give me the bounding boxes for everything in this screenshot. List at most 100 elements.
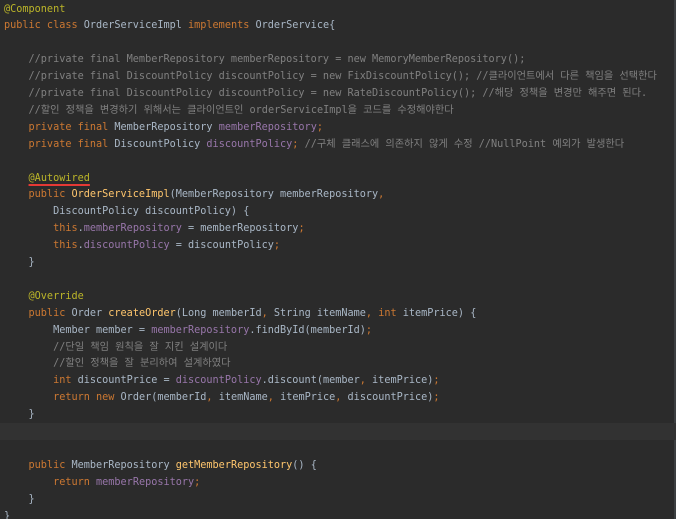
code-token: , — [206, 392, 219, 404]
code-token: itemPrice) — [372, 375, 434, 387]
code-token: = memberRepository — [181, 223, 299, 235]
code-line[interactable]: @Override — [4, 288, 84, 305]
code-line[interactable]: //할인 정책을 잘 분리하여 설계하였다 — [4, 355, 230, 372]
code-token: (Long memberId — [175, 307, 262, 319]
code-token: } — [4, 409, 35, 421]
code-token: this — [4, 223, 78, 235]
code-token: OrderService{ — [255, 20, 336, 32]
code-token: public — [4, 189, 72, 201]
code-token: discountPrice = — [77, 375, 176, 387]
code-token: return — [4, 476, 97, 488]
code-token: () { — [292, 459, 317, 471]
code-token: itemName — [218, 392, 268, 404]
code-token: itemPrice — [280, 392, 336, 404]
code-line[interactable]: @Autowired — [4, 170, 90, 187]
code-line[interactable]: public class OrderServiceImpl implements… — [4, 17, 335, 34]
code-token: private final — [4, 138, 115, 150]
code-token: ; — [433, 375, 440, 387]
code-token: //할인 정책을 잘 분리하여 설계하였다 — [4, 358, 231, 370]
code-line[interactable]: } — [4, 508, 10, 519]
code-token: memberRepository — [151, 324, 250, 336]
code-token: implements — [188, 20, 256, 32]
code-line[interactable]: return new Order(memberId, itemName, ite… — [4, 389, 440, 406]
code-token: ; — [433, 392, 440, 404]
code-line[interactable]: private final MemberRepository memberRep… — [4, 119, 323, 136]
code-line[interactable]: //private final MemberRepository memberR… — [4, 51, 526, 68]
code-token: Member member = — [4, 324, 152, 336]
code-line[interactable]: int discountPrice = discountPolicy.disco… — [4, 372, 440, 389]
code-token: discountPrice) — [347, 392, 434, 404]
code-token: String itemName — [273, 307, 366, 319]
code-line[interactable]: } — [4, 254, 35, 271]
code-token: ; — [298, 223, 305, 235]
code-token: int — [4, 375, 78, 387]
code-token: Order — [71, 307, 109, 319]
code-line[interactable]: public MemberRepository getMemberReposit… — [4, 457, 317, 474]
code-token: createOrder — [108, 307, 176, 319]
code-line[interactable]: @Component — [4, 1, 65, 18]
code-line[interactable]: public OrderServiceImpl(MemberRepository… — [4, 186, 385, 203]
code-token: , — [267, 392, 281, 404]
code-token: = discountPolicy — [169, 240, 274, 252]
code-editor[interactable]: @Component public class OrderServiceImpl … — [0, 0, 676, 519]
code-token: MemberRepository — [114, 121, 219, 133]
code-token: , — [378, 189, 385, 201]
code-line[interactable]: } — [4, 406, 35, 423]
code-token: } — [4, 510, 11, 519]
code-token: .findById(memberId) — [249, 324, 366, 336]
code-token: //private final MemberRepository memberR… — [4, 54, 526, 66]
code-token: memberRepository — [96, 476, 195, 488]
code-token: memberRepository — [218, 121, 317, 133]
code-token: public — [4, 307, 72, 319]
code-token: //구체 클래스에 의존하지 않게 수정 //NullPoint 예외가 발생한… — [304, 138, 625, 150]
code-token: public class — [4, 20, 84, 32]
code-token: } — [4, 493, 35, 505]
code-line[interactable]: this.discountPolicy = discountPolicy; — [4, 237, 280, 254]
code-token: ; — [194, 476, 201, 488]
code-token: ; — [273, 240, 281, 252]
code-token: , — [359, 375, 373, 387]
code-token: ; — [292, 138, 305, 150]
code-line[interactable]: //단일 책임 원칙을 잘 지킨 설계이다 — [4, 339, 227, 356]
code-line[interactable]: public Order createOrder(Long memberId , … — [4, 305, 477, 322]
code-line[interactable]: Member member = memberRepository.findByI… — [4, 322, 372, 339]
code-line[interactable]: } — [4, 491, 35, 508]
code-token: , int — [365, 307, 403, 319]
code-token: MemberRepository — [71, 459, 176, 471]
code-token: memberRepository — [83, 223, 182, 235]
code-token: (MemberRepository memberRepository — [169, 189, 379, 201]
code-line[interactable]: this.memberRepository = memberRepository… — [4, 220, 305, 237]
code-token: private final — [4, 121, 115, 133]
code-token: //private final DiscountPolicy discountP… — [4, 71, 657, 83]
code-token: OrderServiceImpl — [83, 20, 189, 32]
code-token: OrderServiceImpl — [71, 189, 170, 201]
code-line[interactable]: return memberRepository; — [4, 474, 200, 491]
code-token: DiscountPolicy discountPolicy) { — [4, 206, 250, 218]
code-token: DiscountPolicy — [114, 138, 207, 150]
code-token: ; — [316, 121, 323, 133]
code-token: discountPolicy — [206, 138, 293, 150]
code-token: , — [261, 307, 274, 319]
code-line[interactable]: //private final DiscountPolicy discountP… — [4, 68, 657, 85]
code-line[interactable]: DiscountPolicy discountPolicy) { — [4, 203, 249, 220]
code-token: .discount(member — [261, 375, 360, 387]
code-token: ; — [365, 324, 373, 336]
code-token: Order(memberId — [120, 392, 207, 404]
code-line[interactable] — [0, 423, 676, 440]
code-token: //할인 정책을 변경하기 위해서는 클라이언트인 orderServiceIm… — [4, 104, 454, 116]
code-token: , — [335, 392, 348, 404]
code-token: @Override — [4, 290, 84, 302]
code-token: return new — [4, 392, 121, 404]
code-token: public — [4, 459, 72, 471]
code-token: //단일 책임 원칙을 잘 지킨 설계이다 — [4, 341, 228, 353]
code-token: //private final DiscountPolicy discountP… — [4, 88, 648, 99]
code-line[interactable]: //private final DiscountPolicy discountP… — [4, 85, 648, 102]
code-line[interactable]: private final DiscountPolicy discountPol… — [4, 136, 625, 153]
code-line[interactable]: //할인 정책을 변경하기 위해서는 클라이언트인 orderServiceIm… — [4, 102, 454, 119]
code-token: @Component — [4, 3, 66, 15]
code-token: @Autowired — [28, 172, 90, 184]
code-token: getMemberRepository — [175, 459, 293, 471]
code-token: } — [4, 257, 35, 268]
code-token: discountPolicy — [83, 240, 170, 252]
